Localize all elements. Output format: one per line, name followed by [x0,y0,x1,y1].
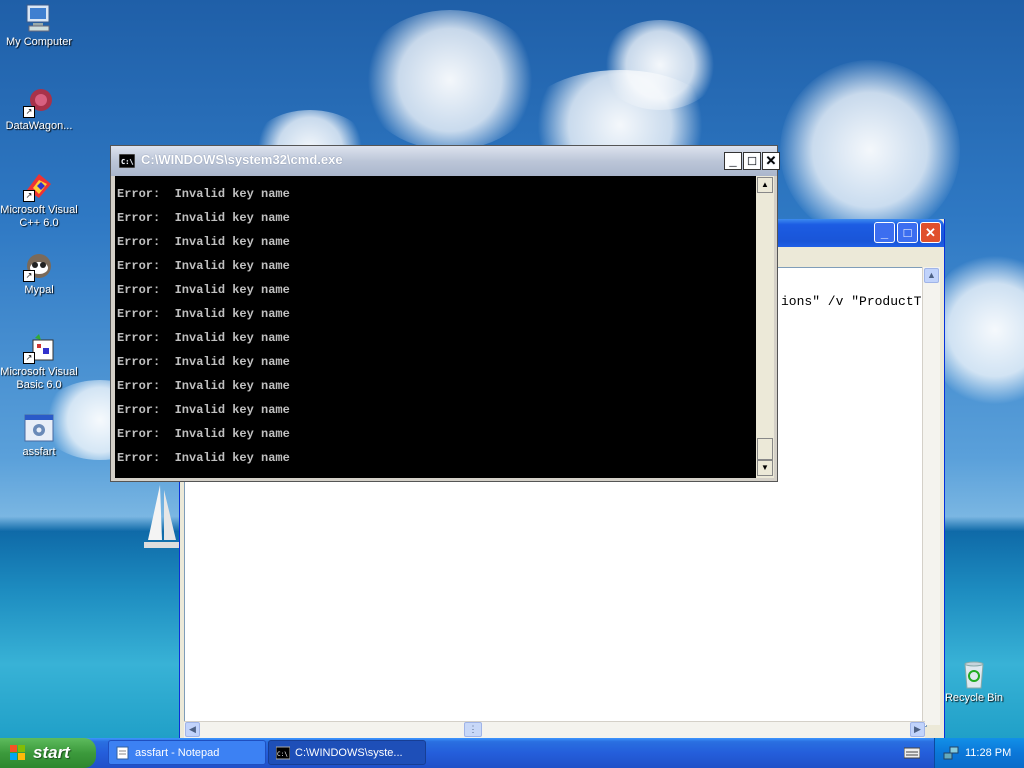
close-button[interactable]: ✕ [920,222,941,243]
notepad-vertical-scrollbar[interactable]: ▲ [922,267,940,725]
console-line: Error: Invalid key name [117,355,290,369]
icon-label: Recycle Bin [944,692,1004,704]
console-line: Error: Invalid key name [117,403,290,417]
taskbar-item-label: C:\WINDOWS\syste... [295,747,403,759]
sailboat-graphic [144,485,180,548]
cloud [780,60,960,240]
svg-text:C:\: C:\ [121,158,134,166]
icon-label: assfart [22,446,56,458]
desktop-icon-datawagon[interactable]: ↗ DataWagon... [0,86,78,133]
mypal-raccoon-icon: ↗ [23,250,55,282]
shortcut-arrow-icon: ↗ [23,270,35,282]
icon-label: DataWagon... [5,120,73,132]
cloud [600,20,720,110]
console-line: Error: Invalid key name [117,379,290,393]
taskbar-item-label: assfart - Notepad [135,747,220,759]
batch-file-gear-icon [23,412,55,444]
shortcut-arrow-icon: ↗ [23,106,35,118]
start-label: start [33,743,70,762]
console-line: Error: Invalid key name [117,235,290,249]
shortcut-arrow-icon: ↗ [23,352,35,364]
console-line: Error: Invalid key name [117,211,290,225]
scroll-thumb[interactable] [757,438,773,460]
visual-cpp-icon: ↗ [23,170,55,202]
console-line: Error: Invalid key name [117,331,290,345]
network-icon[interactable] [943,745,959,761]
cmd-titlebar[interactable]: C:\ C:\WINDOWS\system32\cmd.exe _ □ ✕ [111,146,780,176]
windows-flag-icon [10,745,25,760]
desktop-icon-assfart[interactable]: assfart [0,412,78,459]
recycle-bin-icon [958,658,990,690]
taskbar-item-cmd[interactable]: C:\ C:\WINDOWS\syste... [268,740,426,765]
minimize-button[interactable]: _ [724,152,742,170]
scroll-down-arrow-icon[interactable]: ▼ [757,460,773,476]
console-line: Error: Invalid key name [117,259,290,273]
console-line: Error: Invalid key name [117,187,290,201]
icon-label: Mypal [24,284,54,296]
keyboard-icon[interactable] [904,746,920,760]
cmd-icon: C:\ [119,154,135,168]
minimize-button[interactable]: _ [874,222,895,243]
notepad-text: ions" /v "ProductT [781,294,922,309]
visual-basic-icon: ↗ [23,332,55,364]
desktop-icon-visual-basic[interactable]: ↗ Microsoft Visual Basic 6.0 [0,332,78,392]
scroll-left-arrow-icon[interactable]: ◀ [185,722,200,737]
icon-label: Microsoft Visual Basic 6.0 [0,366,78,391]
cloud [360,10,540,150]
shortcut-arrow-icon: ↗ [23,190,35,202]
console-line: Error: Invalid key name [117,427,290,441]
cmd-icon: C:\ [276,746,290,760]
console-line: Error: Invalid key name [117,307,290,321]
desktop-icon-recycle-bin[interactable]: Recycle Bin [935,658,1013,705]
desktop-icon-mypal[interactable]: ↗ Mypal [0,250,78,297]
desktop-icon-visual-cpp[interactable]: ↗ Microsoft Visual C++ 6.0 [0,170,78,230]
icon-label: Microsoft Visual C++ 6.0 [0,204,78,229]
console-line: Error: Invalid key name [117,451,290,465]
computer-icon [23,2,55,34]
cmd-title: C:\WINDOWS\system32\cmd.exe [141,152,343,167]
datawagon-icon: ↗ [23,86,55,118]
taskbar-item-notepad[interactable]: assfart - Notepad [108,740,266,765]
close-button[interactable]: ✕ [762,152,780,170]
desktop-icon-my-computer[interactable]: My Computer [0,2,78,49]
system-tray: 11:28 PM [934,738,1024,768]
start-button[interactable]: start [0,738,96,768]
console-line: Error: Invalid key name [117,283,290,297]
scroll-thumb[interactable]: ⋮ [464,722,482,737]
maximize-button[interactable]: □ [897,222,918,243]
taskbar: start assfart - Notepad C:\ C:\WINDOWS\s… [0,738,1024,768]
scroll-right-arrow-icon[interactable]: ▶ [910,722,925,737]
svg-text:C:\: C:\ [277,751,288,758]
cmd-vertical-scrollbar[interactable]: ▲ ▼ [756,176,774,478]
notepad-icon [116,746,129,760]
scroll-up-arrow-icon[interactable]: ▲ [757,177,773,193]
icon-label: My Computer [5,36,73,48]
cmd-window[interactable]: C:\ C:\WINDOWS\system32\cmd.exe _ □ ✕ Er… [110,145,780,482]
scroll-up-arrow-icon[interactable]: ▲ [924,268,939,283]
maximize-button[interactable]: □ [743,152,761,170]
clock[interactable]: 11:28 PM [965,738,1011,768]
notepad-horizontal-scrollbar[interactable]: ◀ ⋮ ▶ [184,721,925,738]
cmd-console-output[interactable]: Error: Invalid key name Error: Invalid k… [115,176,756,478]
